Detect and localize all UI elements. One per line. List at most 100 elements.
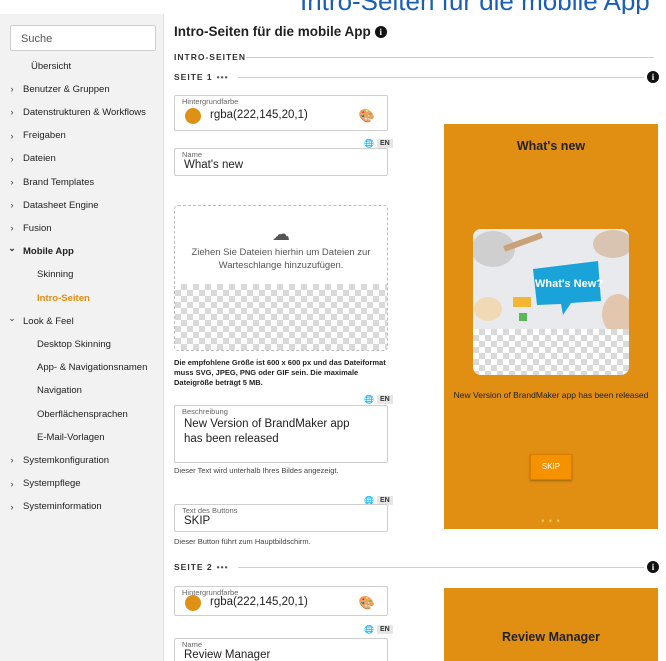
- page2-label: SEITE 2: [174, 562, 213, 572]
- preview-image: What's New?: [473, 229, 629, 375]
- skip-button[interactable]: SKIP: [530, 454, 572, 480]
- globe-icon: 🌐: [364, 625, 374, 634]
- chevron-right-icon: ›: [10, 177, 14, 187]
- sidebar-item-oberflächensprachen[interactable]: Oberflächensprachen: [37, 404, 128, 424]
- page-indicator[interactable]: • • •: [444, 516, 658, 526]
- dropzone-area: ☁ Ziehen Sie Dateien hierhin um Dateien …: [175, 206, 387, 284]
- sidebar-item-label: Dateien: [23, 153, 56, 165]
- name-field[interactable]: Name What's new: [174, 148, 388, 176]
- sidebar-item-label: Fusion: [23, 222, 52, 234]
- sidebar-item-label: Datenstrukturen & Workflows: [23, 106, 146, 118]
- page1-divider: [238, 77, 644, 78]
- description-label: Beschreibung: [182, 407, 228, 416]
- sidebar-item-mobile-app[interactable]: ⌄ Mobile App: [0, 242, 74, 262]
- page-title: Intro-Seiten für die mobile App i: [174, 24, 387, 39]
- bg-color-field[interactable]: Hintergrundfarbe rgba(222,145,20,1) 🎨: [174, 586, 388, 616]
- sidebar-item-label: Systemkonfiguration: [23, 454, 110, 466]
- bg-color-label: Hintergrundfarbe: [182, 97, 239, 106]
- sidebar-item-label: Übersicht: [31, 60, 72, 72]
- chevron-right-icon: ›: [10, 107, 14, 118]
- image-placeholder: [473, 329, 629, 375]
- sidebar-item-systemkonfiguration[interactable]: › Systemkonfiguration: [0, 450, 110, 470]
- chevron-right-icon: ›: [10, 130, 14, 141]
- sidebar-item-label: Systeminformation: [23, 501, 102, 513]
- preview-description: New Version of BrandMaker app has been r…: [453, 390, 649, 400]
- section-divider: [246, 57, 654, 58]
- sidebar-item-systempflege[interactable]: › Systempflege: [0, 474, 81, 494]
- color-swatch[interactable]: [185, 108, 201, 124]
- preview-page-1: What's new What's New? New Version of Br…: [444, 124, 658, 529]
- chevron-right-icon: ›: [10, 223, 14, 234]
- description-hint: Dieser Text wird unterhalb Ihres Bildes …: [174, 466, 339, 475]
- sidebar-item-label: Oberflächensprachen: [37, 408, 128, 420]
- language-selector[interactable]: 🌐 EN: [364, 395, 393, 404]
- sidebar-item-datenstrukturen-workflows[interactable]: › Datenstrukturen & Workflows: [0, 102, 146, 122]
- top-banner: Intro-Seiten für die mobile App: [0, 0, 666, 14]
- name-field[interactable]: Name Review Manager: [174, 638, 388, 661]
- sidebar-item-label: Freigaben: [23, 130, 66, 142]
- chevron-right-icon: ›: [10, 455, 14, 466]
- info-icon[interactable]: i: [647, 561, 659, 573]
- image-dropzone[interactable]: ☁ Ziehen Sie Dateien hierhin um Dateien …: [174, 205, 388, 351]
- preview-photo: What's New?: [473, 229, 629, 329]
- sidebar-item-freigaben[interactable]: › Freigaben: [0, 126, 66, 146]
- sidebar-item-label: Intro-Seiten: [37, 292, 90, 304]
- sidebar-item-label: Benutzer & Gruppen: [23, 83, 110, 95]
- palette-icon[interactable]: 🎨: [359, 108, 375, 124]
- sidebar-item-label: E-Mail-Vorlagen: [37, 431, 105, 443]
- info-icon[interactable]: i: [374, 25, 387, 38]
- button-text-value: SKIP: [184, 515, 211, 527]
- dropzone-text: Ziehen Sie Dateien hierhin um Dateien zu…: [191, 247, 371, 271]
- name-label: Name: [182, 640, 203, 649]
- sidebar-item-intro-seiten[interactable]: Intro-Seiten: [37, 288, 90, 308]
- cloud-upload-icon: ☁: [272, 224, 290, 244]
- button-text-field[interactable]: Text des Buttons SKIP: [174, 504, 388, 532]
- search-input[interactable]: Suche: [10, 25, 156, 51]
- info-icon[interactable]: i: [647, 71, 659, 83]
- bg-color-value: rgba(222,145,20,1): [210, 109, 308, 121]
- sidebar-item-label: Desktop Skinning: [37, 338, 111, 350]
- chevron-right-icon: ›: [10, 84, 14, 95]
- page1-header: SEITE 1 •••: [174, 72, 229, 82]
- sidebar-item-label: App- & Navigationsnamen: [37, 362, 148, 374]
- language-badge: EN: [376, 395, 393, 404]
- bg-color-field[interactable]: Hintergrundfarbe rgba(222,145,20,1) 🎨: [174, 95, 388, 131]
- bg-color-value: rgba(222,145,20,1): [210, 596, 308, 608]
- chevron-right-icon: ›: [10, 478, 14, 489]
- color-swatch[interactable]: [185, 595, 201, 611]
- sidebar-item-übersicht[interactable]: Übersicht: [31, 56, 71, 76]
- description-field[interactable]: Beschreibung New Version of BrandMaker a…: [174, 405, 388, 463]
- sidebar-item-skinning[interactable]: Skinning: [37, 265, 73, 285]
- palette-icon[interactable]: 🎨: [359, 595, 375, 611]
- sidebar: Suche Übersicht › Benutzer & Gruppen › Daten…: [0, 14, 164, 661]
- sidebar-item-dateien[interactable]: › Dateien: [0, 149, 56, 169]
- page2-divider: [238, 567, 644, 568]
- more-icon[interactable]: •••: [217, 72, 229, 82]
- page-title-text: Intro-Seiten für die mobile App: [174, 24, 371, 39]
- language-selector[interactable]: 🌐 EN: [364, 139, 393, 148]
- section-label: INTRO-SEITEN: [174, 52, 246, 62]
- language-badge: EN: [376, 139, 393, 148]
- sidebar-item-e-mail-vorlagen[interactable]: E-Mail-Vorlagen: [37, 427, 105, 447]
- language-selector[interactable]: 🌐 EN: [364, 625, 393, 634]
- preview-title: Review Manager: [502, 630, 600, 644]
- sidebar-item-app-navigationsnamen[interactable]: App- & Navigationsnamen: [37, 358, 147, 378]
- chevron-down-icon: ⌄: [8, 312, 16, 323]
- description-value: New Version of BrandMaker app has been r…: [184, 418, 350, 445]
- sidebar-item-navigation[interactable]: Navigation: [37, 381, 82, 401]
- language-badge: EN: [376, 625, 393, 634]
- sidebar-item-fusion[interactable]: › Fusion: [0, 218, 52, 238]
- sidebar-item-brand-templates[interactable]: › Brand Templates: [0, 172, 95, 192]
- name-label: Name: [182, 150, 203, 159]
- name-value: Review Manager: [184, 649, 271, 661]
- sidebar-item-look-feel[interactable]: ⌄ Look & Feel: [0, 311, 73, 331]
- sidebar-item-systeminformation[interactable]: › Systeminformation: [0, 497, 102, 517]
- sidebar-item-datasheet-engine[interactable]: › Datasheet Engine: [0, 195, 99, 215]
- preview-title: What's new: [516, 139, 586, 153]
- more-icon[interactable]: •••: [217, 562, 229, 572]
- sidebar-item-desktop-skinning[interactable]: Desktop Skinning: [37, 334, 111, 354]
- chevron-right-icon: ›: [10, 153, 14, 164]
- sidebar-item-benutzer-gruppen[interactable]: › Benutzer & Gruppen: [0, 79, 110, 99]
- button-hint: Dieser Button führt zum Hauptbildschirm.: [174, 537, 311, 546]
- name-value: What's new: [184, 159, 244, 171]
